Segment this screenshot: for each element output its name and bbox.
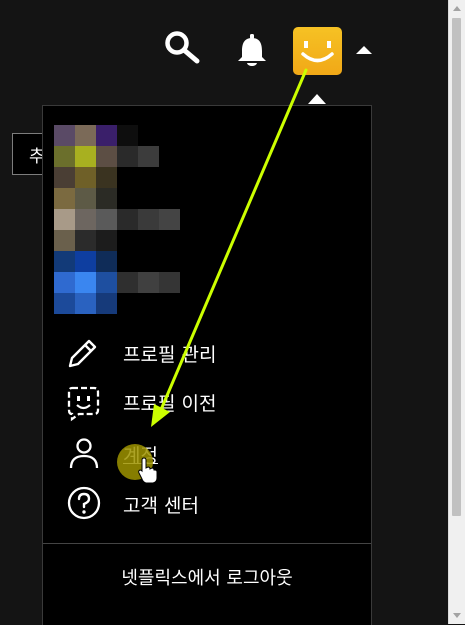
menu-item-account[interactable]: 계정 xyxy=(61,431,351,475)
profile-transfer-icon xyxy=(61,379,107,423)
menu-item-help-center[interactable]: 고객 센터 xyxy=(61,481,351,525)
profile-list-blurred xyxy=(54,125,180,315)
menu-item-profile-transfer[interactable]: 프로필 이전 xyxy=(61,379,351,423)
logout-button[interactable]: 넷플릭스에서 로그아웃 xyxy=(43,556,371,604)
user-icon xyxy=(61,431,107,475)
bell-icon[interactable] xyxy=(233,30,271,70)
scroll-down-icon[interactable] xyxy=(453,613,461,618)
help-circle-icon xyxy=(61,481,107,525)
pencil-icon xyxy=(61,330,107,374)
profile-dropdown-menu: 프로필 관리 프로필 이전 계정 고객 센터 넷플릭스에서 로그아웃 xyxy=(42,105,372,625)
menu-item-label: 프로필 관리 xyxy=(123,344,217,366)
profile-avatar[interactable] xyxy=(293,27,342,75)
top-navigation-bar xyxy=(0,0,449,100)
menu-divider xyxy=(43,543,371,544)
smiley-avatar-icon xyxy=(301,41,334,63)
scroll-up-icon[interactable] xyxy=(453,6,461,11)
menu-pointer xyxy=(308,94,326,104)
page-scrollbar[interactable] xyxy=(448,0,465,624)
menu-item-label: 프로필 이전 xyxy=(123,393,217,415)
menu-item-manage-profiles[interactable]: 프로필 관리 xyxy=(61,330,351,374)
search-icon[interactable] xyxy=(164,30,202,66)
menu-item-label: 고객 센터 xyxy=(123,495,199,517)
caret-up-icon[interactable] xyxy=(356,46,372,54)
menu-item-label: 계정 xyxy=(123,445,158,467)
scroll-thumb[interactable] xyxy=(452,18,461,516)
